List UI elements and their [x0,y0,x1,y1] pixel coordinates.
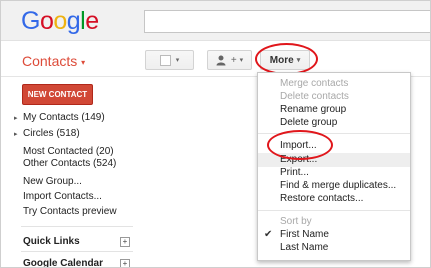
google-logo[interactable]: Google [21,7,99,36]
chevron-down-icon: ▾ [175,57,180,64]
divider [21,226,133,227]
more-dropdown-menu: Merge contacts Delete contacts Rename gr… [257,72,411,261]
expand-arrow-icon[interactable]: ▸ [14,114,18,122]
new-contact-button[interactable]: NEW CONTACT [22,84,93,105]
select-checkbox-button[interactable]: ▾ [145,50,194,70]
menu-item-print[interactable]: Print... [280,167,309,178]
divider [21,251,133,252]
sidebar-item-other-contacts[interactable]: Other Contacts (524) [23,158,116,169]
new-group-link[interactable]: New Group... [23,176,82,187]
search-input[interactable] [144,10,430,33]
menu-item-sort-first-name[interactable]: First Name [280,229,329,240]
contacts-window: Google Contacts ▾ ▾ + ▾ More ▾ NEW CONTA… [0,0,431,268]
expand-plus-icon[interactable]: + [120,259,130,267]
menu-item-sort-last-name[interactable]: Last Name [280,242,328,253]
try-contacts-preview-link[interactable]: Try Contacts preview [23,206,117,217]
top-bar: Google [1,1,430,41]
sidebar-item-most-contacted[interactable]: Most Contacted (20) [23,146,114,157]
sidebar-item-label: Circles (518) [23,128,80,139]
menu-item-restore-contacts[interactable]: Restore contacts... [280,193,363,204]
menu-item-merge-contacts: Merge contacts [280,78,349,89]
plus-icon: + [230,54,237,66]
menu-item-find-merge-duplicates[interactable]: Find & merge duplicates... [280,180,396,191]
add-to-circles-button[interactable]: + ▾ [207,50,252,70]
contacts-app-switcher[interactable]: Contacts ▾ [22,53,85,69]
checkmark-icon: ✔ [264,229,273,240]
chevron-down-icon: ▾ [239,57,244,64]
logo-letter: o [53,7,67,35]
menu-item-delete-group[interactable]: Delete group [280,117,337,128]
menu-item-delete-contacts: Delete contacts [280,91,349,102]
expand-arrow-icon[interactable]: ▸ [14,130,18,138]
checkbox-icon [159,54,171,66]
import-contacts-link[interactable]: Import Contacts... [23,191,102,202]
menu-item-rename-group[interactable]: Rename group [280,104,346,115]
quick-links-heading[interactable]: Quick Links [23,236,80,247]
menu-divider [258,210,410,211]
highlight-circle [255,43,318,75]
sidebar-item-label: My Contacts (149) [23,112,105,123]
sidebar-item-my-contacts[interactable]: ▸ My Contacts (149) [14,112,105,123]
sort-by-header: Sort by [280,216,312,227]
logo-letter: g [66,7,81,35]
highlight-circle [267,130,333,160]
google-calendar-heading[interactable]: Google Calendar [23,258,103,267]
logo-letter: e [85,7,99,35]
expand-plus-icon[interactable]: + [120,237,130,247]
logo-letter: o [39,7,54,35]
logo-letter: G [21,7,40,35]
chevron-down-icon: ▾ [81,57,86,67]
sidebar-item-circles[interactable]: ▸ Circles (518) [14,128,80,139]
page-title: Contacts [22,53,78,69]
add-person-icon [216,55,226,65]
